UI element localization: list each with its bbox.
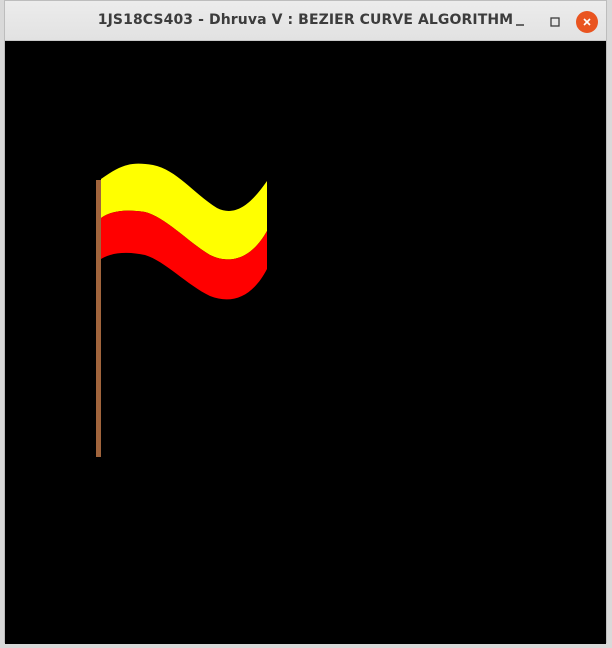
flag-pole [96, 180, 101, 457]
flag-drawing [96, 163, 267, 457]
app-window: 1JS18CS403 - Dhruva V : BEZIER CURVE ALG… [4, 0, 607, 644]
minimize-button[interactable] [509, 11, 531, 33]
maximize-icon [550, 17, 560, 27]
close-icon [583, 18, 591, 26]
drawing-canvas [5, 41, 606, 644]
maximize-button[interactable] [544, 11, 566, 33]
minimize-icon [516, 24, 524, 26]
title-bar[interactable]: 1JS18CS403 - Dhruva V : BEZIER CURVE ALG… [5, 1, 606, 41]
close-button[interactable] [576, 11, 598, 33]
